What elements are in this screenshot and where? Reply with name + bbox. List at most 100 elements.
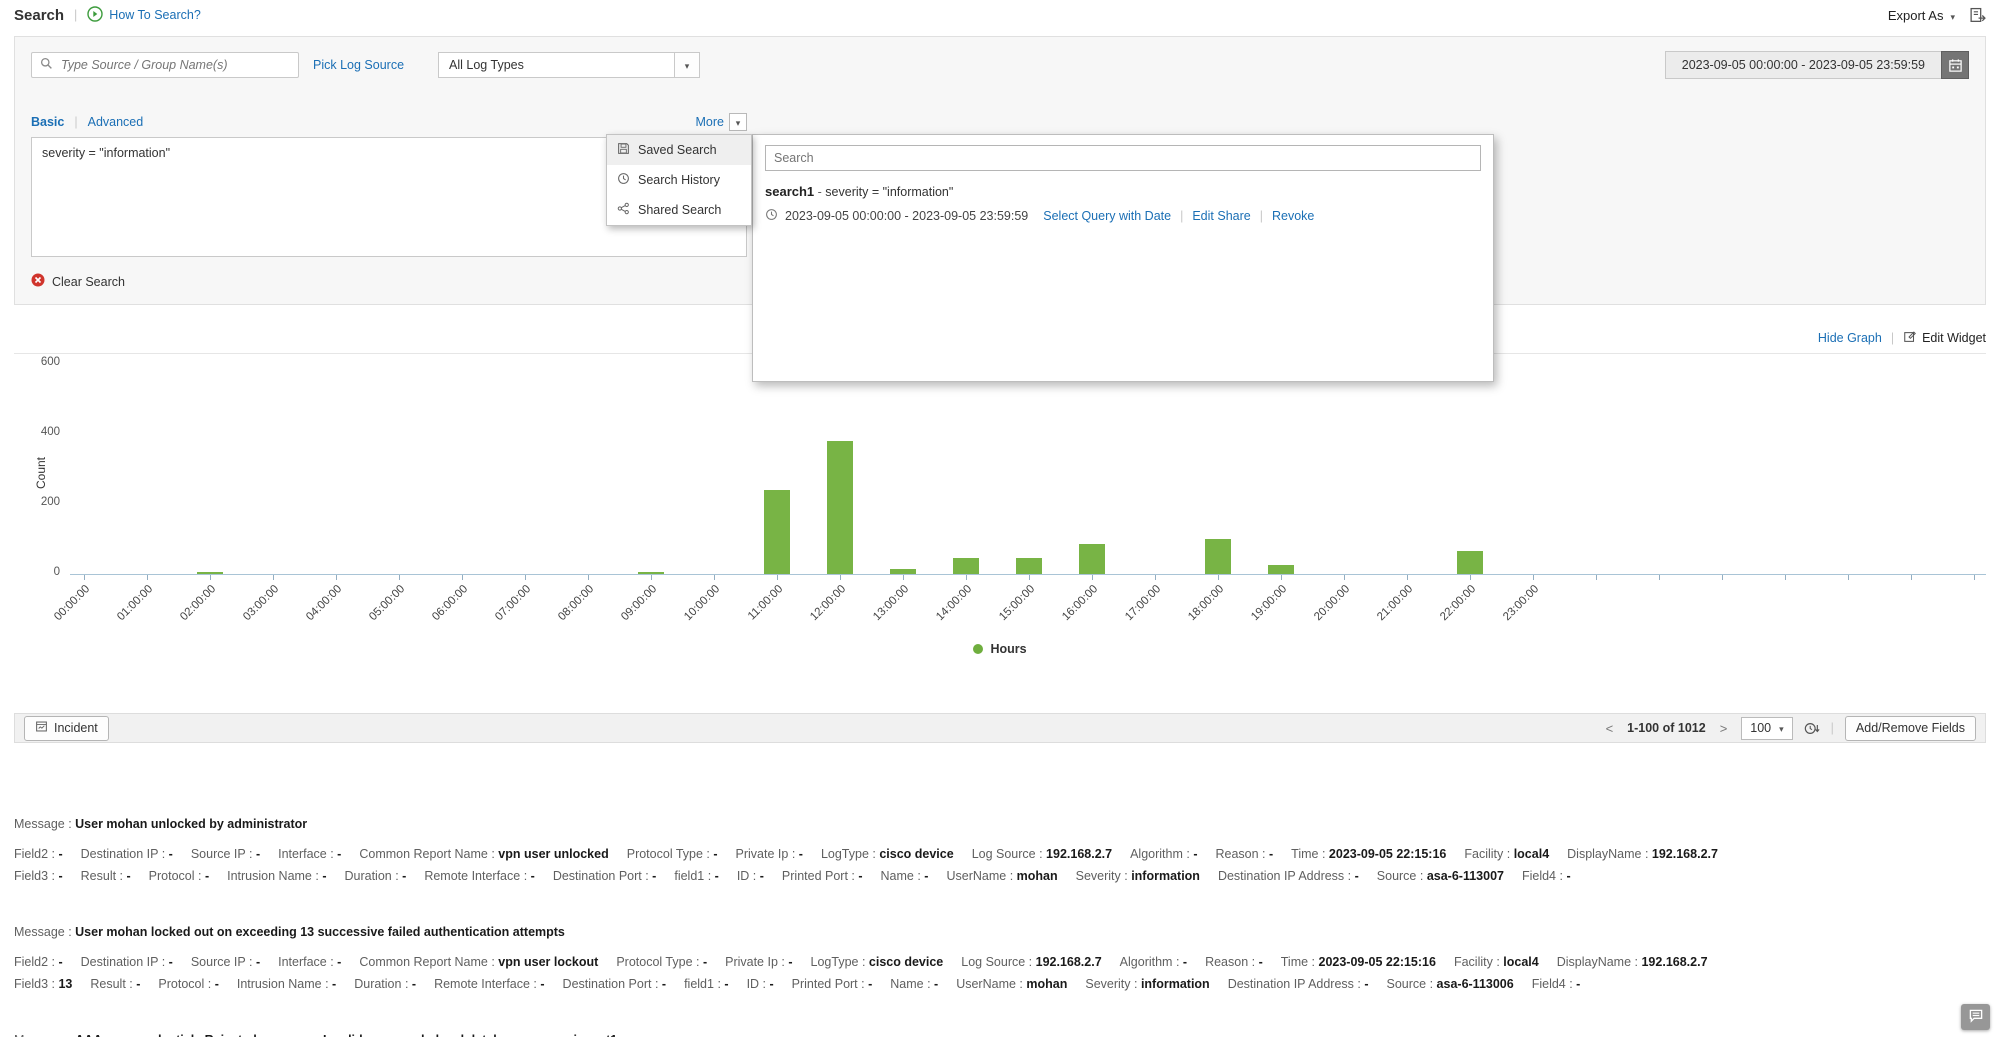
- result-message: Message : User mohan locked out on excee…: [14, 925, 565, 939]
- menu-item-search-history[interactable]: Search History: [607, 165, 751, 195]
- x-tick-label: 13:00:00: [871, 583, 912, 624]
- edit-widget-button[interactable]: Edit Widget: [1903, 330, 1986, 347]
- field-pair: Source IP : -: [190, 847, 261, 861]
- field-pair: Interface : -: [278, 847, 342, 861]
- clock-icon: [765, 208, 778, 224]
- incident-button[interactable]: Incident: [24, 715, 109, 741]
- log-type-selected-value: All Log Types: [449, 58, 524, 72]
- result-row: Message : AAA user credentials Rejected …: [14, 1029, 1986, 1037]
- pagination-range: 1-100 of 1012: [1627, 721, 1706, 735]
- chart-bar[interactable]: [1205, 539, 1231, 574]
- search-panel-row1: Pick Log Source All Log Types 2023-09-05…: [31, 51, 1969, 79]
- field-pair: UserName : mohan: [946, 869, 1058, 883]
- x-tick-label: 12:00:00: [808, 583, 849, 624]
- add-remove-fields-button[interactable]: Add/Remove Fields: [1844, 715, 1976, 741]
- tab-advanced[interactable]: Advanced: [88, 115, 144, 129]
- sort-time-icon[interactable]: [1804, 721, 1820, 736]
- field-pair: Result : -: [90, 977, 141, 991]
- revoke-link[interactable]: Revoke: [1272, 209, 1314, 223]
- source-input[interactable]: [59, 57, 290, 73]
- hide-graph-link[interactable]: Hide Graph: [1818, 331, 1882, 345]
- y-tick-label: 600: [40, 356, 60, 368]
- x-tick: [1533, 575, 1534, 580]
- result-row: Message : User mohan locked out on excee…: [14, 921, 1986, 995]
- x-axis-line: [70, 574, 1986, 575]
- field-pair: Severity : information: [1075, 869, 1200, 883]
- date-range-picker[interactable]: 2023-09-05 00:00:00 - 2023-09-05 23:59:5…: [1664, 51, 1969, 79]
- field-pair: Protocol : -: [158, 977, 219, 991]
- calendar-icon[interactable]: [1941, 51, 1969, 79]
- prev-page-button[interactable]: <: [1603, 721, 1617, 736]
- history-icon: [617, 172, 630, 188]
- share-icon: [617, 202, 630, 218]
- query-mode-tabs: Basic Advanced More: [31, 113, 747, 131]
- log-type-caret-button[interactable]: [674, 53, 700, 77]
- result-message: Message : User mohan unlocked by adminis…: [14, 817, 308, 831]
- field-pair: field1 : -: [684, 977, 729, 991]
- saved-search-entry[interactable]: search1 - severity = "information": [765, 184, 1481, 199]
- chart-bar[interactable]: [890, 569, 916, 574]
- tab-basic[interactable]: Basic: [31, 115, 64, 129]
- field-pair: Source : asa-6-113007: [1376, 869, 1504, 883]
- chart-bar[interactable]: [827, 441, 853, 574]
- y-axis-title: Count: [34, 456, 48, 489]
- chart-bar[interactable]: [1016, 558, 1042, 574]
- page-title: Search: [14, 6, 65, 24]
- field-pair: UserName : mohan: [956, 977, 1068, 991]
- more-dropdown[interactable]: More: [696, 113, 747, 131]
- edit-share-link[interactable]: Edit Share: [1192, 209, 1250, 223]
- next-page-button[interactable]: >: [1717, 721, 1731, 736]
- menu-item-saved-search[interactable]: Saved Search: [607, 135, 751, 165]
- field-pair: Reason : -: [1215, 847, 1274, 861]
- x-tick-label: 20:00:00: [1312, 583, 1353, 624]
- field-pair: Facility : local4: [1464, 847, 1550, 861]
- x-tick: [1974, 575, 1975, 580]
- legend-label: Hours: [990, 642, 1027, 656]
- field-pair: Reason : -: [1205, 955, 1263, 969]
- results-list: Message : User mohan unlocked by adminis…: [0, 743, 2000, 1037]
- x-tick-label: 15:00:00: [997, 583, 1038, 624]
- export-as-dropdown[interactable]: Export As: [1888, 8, 1955, 23]
- pick-log-source-link[interactable]: Pick Log Source: [313, 58, 404, 72]
- saved-search-actions: Select Query with Date Edit Share Revoke: [1043, 209, 1314, 223]
- chart-bar[interactable]: [638, 572, 664, 574]
- chart-bar[interactable]: [1268, 565, 1294, 574]
- field-pair: Duration : -: [354, 977, 417, 991]
- chart-bar[interactable]: [953, 558, 979, 574]
- saved-search-filter-input[interactable]: [765, 145, 1481, 171]
- chart-bar[interactable]: [197, 572, 223, 574]
- chart-bar[interactable]: [1457, 551, 1483, 574]
- field-pair: ID : -: [746, 977, 774, 991]
- select-query-with-date-link[interactable]: Select Query with Date: [1043, 209, 1171, 223]
- log-type-select[interactable]: All Log Types: [438, 52, 701, 78]
- field-pair: Field3 : -: [14, 869, 63, 883]
- x-tick: [210, 575, 211, 580]
- x-tick: [399, 575, 400, 580]
- x-tick: [1344, 575, 1345, 580]
- x-tick: [1281, 575, 1282, 580]
- x-tick: [1470, 575, 1471, 580]
- chart-bar[interactable]: [1079, 544, 1105, 574]
- field-pair: Destination Port : -: [552, 869, 657, 883]
- field-pair: Algorithm : -: [1130, 847, 1198, 861]
- chart-bar[interactable]: [764, 490, 790, 574]
- chat-feedback-button[interactable]: [1961, 1004, 1990, 1030]
- x-tick: [777, 575, 778, 580]
- field-pair: Result : -: [80, 869, 131, 883]
- result-fields-line: Field2 : - Destination IP : - Source IP : …: [14, 843, 1986, 865]
- x-tick: [1218, 575, 1219, 580]
- x-tick: [903, 575, 904, 580]
- how-to-search-link[interactable]: How To Search?: [87, 5, 201, 25]
- menu-item-shared-search[interactable]: Shared Search: [607, 195, 751, 225]
- saved-search-name: search1: [765, 184, 815, 199]
- saved-search-panel: search1 - severity = "information" 2023-…: [752, 134, 1494, 382]
- x-tick-label: 10:00:00: [682, 583, 723, 624]
- x-tick-label: 14:00:00: [934, 583, 975, 624]
- field-pair: Field2 : -: [14, 847, 63, 861]
- x-tick: [714, 575, 715, 580]
- export-doc-icon[interactable]: [1969, 7, 1986, 24]
- x-tick: [1722, 575, 1723, 580]
- page-size-select[interactable]: 100: [1741, 716, 1793, 740]
- chart-legend: Hours: [14, 642, 1986, 656]
- caret-down-icon: [729, 113, 747, 131]
